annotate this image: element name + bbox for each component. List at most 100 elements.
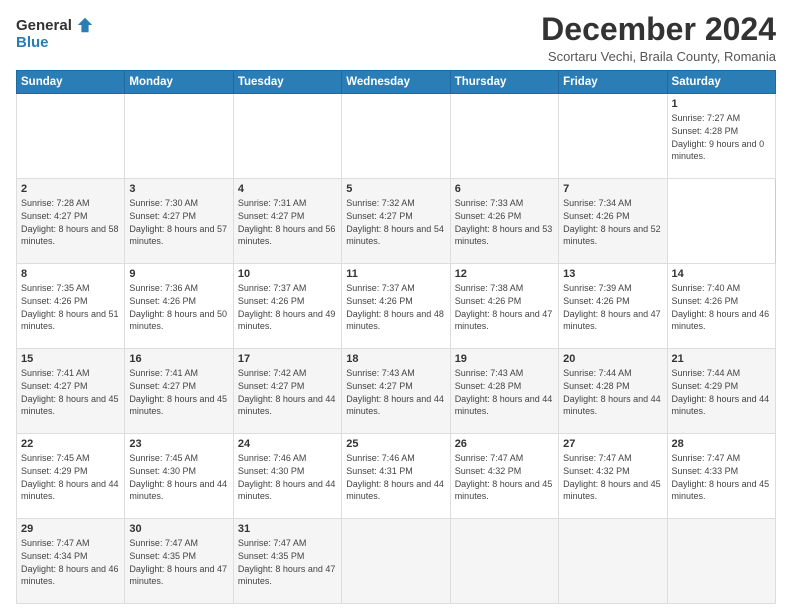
- header-monday: Monday: [125, 71, 233, 94]
- calendar-cell: 7 Sunrise: 7:34 AMSunset: 4:26 PMDayligh…: [559, 179, 667, 264]
- day-number: 17: [238, 352, 337, 367]
- day-info: Sunrise: 7:44 AMSunset: 4:29 PMDaylight:…: [672, 368, 770, 416]
- header: General Blue December 2024 Scortaru Vech…: [16, 12, 776, 64]
- calendar-cell: [17, 94, 125, 179]
- day-number: 28: [672, 437, 771, 452]
- day-info: Sunrise: 7:36 AMSunset: 4:26 PMDaylight:…: [129, 283, 227, 331]
- day-info: Sunrise: 7:32 AMSunset: 4:27 PMDaylight:…: [346, 198, 444, 246]
- calendar-cell: 12 Sunrise: 7:38 AMSunset: 4:26 PMDaylig…: [450, 264, 558, 349]
- calendar-cell: 22 Sunrise: 7:45 AMSunset: 4:29 PMDaylig…: [17, 434, 125, 519]
- calendar-header-row: Sunday Monday Tuesday Wednesday Thursday…: [17, 71, 776, 94]
- calendar-cell: 24 Sunrise: 7:46 AMSunset: 4:30 PMDaylig…: [233, 434, 341, 519]
- day-info: Sunrise: 7:47 AMSunset: 4:35 PMDaylight:…: [129, 538, 227, 586]
- day-number: 26: [455, 437, 554, 452]
- day-number: 11: [346, 267, 445, 282]
- day-number: 18: [346, 352, 445, 367]
- day-number: 10: [238, 267, 337, 282]
- logo-general: General: [16, 17, 72, 34]
- calendar-cell: [450, 94, 558, 179]
- day-info: Sunrise: 7:27 AMSunset: 4:28 PMDaylight:…: [672, 113, 765, 161]
- day-info: Sunrise: 7:41 AMSunset: 4:27 PMDaylight:…: [21, 368, 119, 416]
- calendar-cell: [125, 94, 233, 179]
- day-info: Sunrise: 7:34 AMSunset: 4:26 PMDaylight:…: [563, 198, 661, 246]
- day-number: 2: [21, 182, 120, 197]
- day-info: Sunrise: 7:33 AMSunset: 4:26 PMDaylight:…: [455, 198, 553, 246]
- day-number: 7: [563, 182, 662, 197]
- day-number: 12: [455, 267, 554, 282]
- day-info: Sunrise: 7:37 AMSunset: 4:26 PMDaylight:…: [346, 283, 444, 331]
- calendar-cell: 11 Sunrise: 7:37 AMSunset: 4:26 PMDaylig…: [342, 264, 450, 349]
- day-info: Sunrise: 7:28 AMSunset: 4:27 PMDaylight:…: [21, 198, 119, 246]
- day-number: 5: [346, 182, 445, 197]
- day-info: Sunrise: 7:47 AMSunset: 4:34 PMDaylight:…: [21, 538, 119, 586]
- calendar-week-0: 1 Sunrise: 7:27 AMSunset: 4:28 PMDayligh…: [17, 94, 776, 179]
- header-thursday: Thursday: [450, 71, 558, 94]
- day-number: 22: [21, 437, 120, 452]
- day-number: 1: [672, 97, 771, 112]
- calendar-cell: 25 Sunrise: 7:46 AMSunset: 4:31 PMDaylig…: [342, 434, 450, 519]
- day-number: 27: [563, 437, 662, 452]
- day-number: 24: [238, 437, 337, 452]
- calendar-cell: 23 Sunrise: 7:45 AMSunset: 4:30 PMDaylig…: [125, 434, 233, 519]
- day-number: 4: [238, 182, 337, 197]
- day-number: 15: [21, 352, 120, 367]
- day-number: 8: [21, 267, 120, 282]
- calendar-cell: [667, 519, 775, 604]
- calendar-week-3: 15 Sunrise: 7:41 AMSunset: 4:27 PMDaylig…: [17, 349, 776, 434]
- logo-blue: Blue: [16, 34, 49, 51]
- calendar-cell: 21 Sunrise: 7:44 AMSunset: 4:29 PMDaylig…: [667, 349, 775, 434]
- calendar-cell: 6 Sunrise: 7:33 AMSunset: 4:26 PMDayligh…: [450, 179, 558, 264]
- day-info: Sunrise: 7:46 AMSunset: 4:30 PMDaylight:…: [238, 453, 336, 501]
- header-saturday: Saturday: [667, 71, 775, 94]
- day-info: Sunrise: 7:43 AMSunset: 4:28 PMDaylight:…: [455, 368, 553, 416]
- day-number: 29: [21, 522, 120, 537]
- day-number: 31: [238, 522, 337, 537]
- calendar-cell: 2 Sunrise: 7:28 AMSunset: 4:27 PMDayligh…: [17, 179, 125, 264]
- calendar-week-2: 8 Sunrise: 7:35 AMSunset: 4:26 PMDayligh…: [17, 264, 776, 349]
- calendar-cell: 17 Sunrise: 7:42 AMSunset: 4:27 PMDaylig…: [233, 349, 341, 434]
- calendar-cell: 20 Sunrise: 7:44 AMSunset: 4:28 PMDaylig…: [559, 349, 667, 434]
- calendar-cell: [342, 519, 450, 604]
- calendar-cell: 10 Sunrise: 7:37 AMSunset: 4:26 PMDaylig…: [233, 264, 341, 349]
- header-tuesday: Tuesday: [233, 71, 341, 94]
- day-number: 23: [129, 437, 228, 452]
- day-info: Sunrise: 7:35 AMSunset: 4:26 PMDaylight:…: [21, 283, 119, 331]
- calendar-cell: 5 Sunrise: 7:32 AMSunset: 4:27 PMDayligh…: [342, 179, 450, 264]
- day-info: Sunrise: 7:47 AMSunset: 4:32 PMDaylight:…: [455, 453, 553, 501]
- day-info: Sunrise: 7:42 AMSunset: 4:27 PMDaylight:…: [238, 368, 336, 416]
- day-number: 9: [129, 267, 228, 282]
- calendar-cell: 28 Sunrise: 7:47 AMSunset: 4:33 PMDaylig…: [667, 434, 775, 519]
- day-info: Sunrise: 7:44 AMSunset: 4:28 PMDaylight:…: [563, 368, 661, 416]
- calendar-cell: 30 Sunrise: 7:47 AMSunset: 4:35 PMDaylig…: [125, 519, 233, 604]
- day-info: Sunrise: 7:46 AMSunset: 4:31 PMDaylight:…: [346, 453, 444, 501]
- day-info: Sunrise: 7:47 AMSunset: 4:35 PMDaylight:…: [238, 538, 336, 586]
- calendar-week-4: 22 Sunrise: 7:45 AMSunset: 4:29 PMDaylig…: [17, 434, 776, 519]
- day-number: 21: [672, 352, 771, 367]
- logo-icon: [76, 16, 94, 34]
- calendar-week-1: 2 Sunrise: 7:28 AMSunset: 4:27 PMDayligh…: [17, 179, 776, 264]
- day-number: 3: [129, 182, 228, 197]
- calendar: Sunday Monday Tuesday Wednesday Thursday…: [16, 70, 776, 604]
- calendar-cell: 1 Sunrise: 7:27 AMSunset: 4:28 PMDayligh…: [667, 94, 775, 179]
- day-number: 20: [563, 352, 662, 367]
- calendar-cell: 8 Sunrise: 7:35 AMSunset: 4:26 PMDayligh…: [17, 264, 125, 349]
- day-info: Sunrise: 7:45 AMSunset: 4:29 PMDaylight:…: [21, 453, 119, 501]
- calendar-cell: 31 Sunrise: 7:47 AMSunset: 4:35 PMDaylig…: [233, 519, 341, 604]
- calendar-cell: 15 Sunrise: 7:41 AMSunset: 4:27 PMDaylig…: [17, 349, 125, 434]
- title-section: December 2024 Scortaru Vechi, Braila Cou…: [541, 12, 776, 64]
- calendar-cell: 26 Sunrise: 7:47 AMSunset: 4:32 PMDaylig…: [450, 434, 558, 519]
- location: Scortaru Vechi, Braila County, Romania: [541, 49, 776, 64]
- day-info: Sunrise: 7:30 AMSunset: 4:27 PMDaylight:…: [129, 198, 227, 246]
- day-info: Sunrise: 7:37 AMSunset: 4:26 PMDaylight:…: [238, 283, 336, 331]
- day-info: Sunrise: 7:47 AMSunset: 4:33 PMDaylight:…: [672, 453, 770, 501]
- calendar-cell: 29 Sunrise: 7:47 AMSunset: 4:34 PMDaylig…: [17, 519, 125, 604]
- header-friday: Friday: [559, 71, 667, 94]
- month-title: December 2024: [541, 12, 776, 47]
- day-number: 6: [455, 182, 554, 197]
- calendar-cell: [450, 519, 558, 604]
- day-info: Sunrise: 7:39 AMSunset: 4:26 PMDaylight:…: [563, 283, 661, 331]
- day-info: Sunrise: 7:45 AMSunset: 4:30 PMDaylight:…: [129, 453, 227, 501]
- day-info: Sunrise: 7:40 AMSunset: 4:26 PMDaylight:…: [672, 283, 770, 331]
- day-number: 19: [455, 352, 554, 367]
- day-info: Sunrise: 7:41 AMSunset: 4:27 PMDaylight:…: [129, 368, 227, 416]
